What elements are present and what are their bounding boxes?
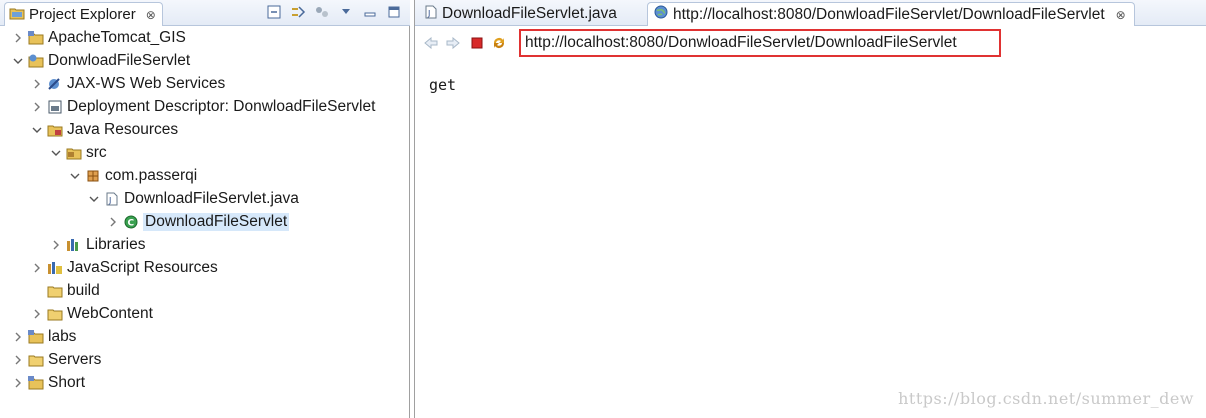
folder-icon xyxy=(47,306,63,322)
tree-item-label: ApacheTomcat_GIS xyxy=(48,29,186,46)
browser-navigation-bar: http://localhost:8080/DonwloadFileServle… xyxy=(415,26,1206,60)
folder-icon xyxy=(28,352,44,368)
maximize-icon[interactable] xyxy=(386,4,402,20)
tree-item-label: Libraries xyxy=(86,236,146,253)
chevron-right-icon[interactable] xyxy=(12,354,24,366)
js-resources-icon xyxy=(47,260,63,276)
tab-label: http://localhost:8080/DonwloadFileServle… xyxy=(673,5,1105,23)
project-explorer-tab[interactable]: Project Explorer ⊗ xyxy=(4,2,163,26)
chevron-right-icon[interactable] xyxy=(31,262,43,274)
tree-item-label: DownloadFileServlet xyxy=(143,213,290,231)
tree-item-label: JAX-WS Web Services xyxy=(67,75,226,92)
tree-item-label: labs xyxy=(48,328,77,345)
tree-item-label: build xyxy=(67,282,100,299)
watermark: https://blog.csdn.net/summer_dew xyxy=(898,389,1194,408)
java-resources-icon xyxy=(47,122,63,138)
url-text: http://localhost:8080/DonwloadFileServle… xyxy=(525,34,957,51)
tree-item[interactable]: C DownloadFileServlet xyxy=(107,211,290,233)
tree-item-label: Java Resources xyxy=(67,121,179,138)
source-folder-icon xyxy=(66,145,82,161)
tab-label: DownloadFileServlet.java xyxy=(442,5,617,22)
minimize-icon[interactable] xyxy=(362,4,378,20)
package-icon xyxy=(85,168,101,184)
editor-area: J DownloadFileServlet.java http://localh… xyxy=(414,0,1206,418)
tree-item[interactable]: com.passerqi xyxy=(69,165,197,187)
tree-item[interactable]: DonwloadFileServlet xyxy=(12,50,190,72)
tree-item[interactable]: Deployment Descriptor: DonwloadFileServl… xyxy=(31,96,375,118)
tree-item[interactable]: Java Resources xyxy=(31,119,178,141)
tab-java-file[interactable]: J DownloadFileServlet.java xyxy=(419,2,625,26)
globe-icon xyxy=(654,5,668,24)
back-icon[interactable] xyxy=(423,35,439,51)
project-icon xyxy=(28,30,44,46)
libraries-icon xyxy=(66,237,82,253)
svg-text:J: J xyxy=(427,9,430,18)
chevron-right-icon[interactable] xyxy=(12,331,24,343)
tree-item[interactable]: Libraries xyxy=(50,234,145,256)
chevron-right-icon[interactable] xyxy=(31,78,43,90)
editor-tab-bar: J DownloadFileServlet.java http://localh… xyxy=(415,0,1206,26)
chevron-right-icon[interactable] xyxy=(31,308,43,320)
refresh-icon[interactable] xyxy=(491,35,507,51)
filter-icon[interactable] xyxy=(314,4,330,20)
web-project-icon xyxy=(28,53,44,69)
tree-item[interactable]: Short xyxy=(12,372,85,394)
svg-text:J: J xyxy=(108,196,111,205)
tree-item[interactable]: J DownloadFileServlet.java xyxy=(88,188,299,210)
tree-item-label: DonwloadFileServlet xyxy=(48,52,191,69)
chevron-right-icon[interactable] xyxy=(12,377,24,389)
class-icon: C xyxy=(123,214,139,230)
page-content: get xyxy=(429,76,457,94)
tree-item-label: JavaScript Resources xyxy=(67,259,218,276)
close-icon[interactable]: ⊗ xyxy=(146,8,156,22)
chevron-down-icon[interactable] xyxy=(31,124,43,136)
webservices-icon xyxy=(47,76,63,92)
explorer-toolbar xyxy=(266,4,402,20)
chevron-down-icon[interactable] xyxy=(12,55,24,67)
stop-icon[interactable] xyxy=(469,35,485,51)
chevron-down-icon[interactable] xyxy=(50,147,62,159)
tree-item-label: DownloadFileServlet.java xyxy=(124,190,299,207)
svg-text:C: C xyxy=(128,219,135,229)
tree-item-label: Short xyxy=(48,374,86,391)
chevron-right-icon[interactable] xyxy=(12,32,24,44)
tab-browser[interactable]: http://localhost:8080/DonwloadFileServle… xyxy=(647,2,1135,26)
explorer-tab-bar: Project Explorer ⊗ xyxy=(0,0,410,26)
collapse-all-icon[interactable] xyxy=(266,4,282,20)
link-with-editor-icon[interactable] xyxy=(290,4,306,20)
project-explorer-title: Project Explorer xyxy=(29,6,136,23)
tree-item[interactable]: ApacheTomcat_GIS xyxy=(12,27,186,49)
tree-item[interactable]: WebContent xyxy=(31,303,153,325)
close-icon[interactable]: ⊗ xyxy=(1116,8,1126,22)
folder-icon xyxy=(47,283,63,299)
forward-icon[interactable] xyxy=(445,35,461,51)
tree-item[interactable]: build xyxy=(31,280,100,302)
tree-item[interactable]: JAX-WS Web Services xyxy=(31,73,225,95)
tree-item[interactable]: JavaScript Resources xyxy=(31,257,218,279)
view-menu-icon[interactable] xyxy=(338,4,354,20)
project-icon xyxy=(28,329,44,345)
tree-item[interactable]: src xyxy=(50,142,107,164)
chevron-right-icon[interactable] xyxy=(107,216,119,228)
descriptor-icon xyxy=(47,99,63,115)
chevron-down-icon[interactable] xyxy=(88,193,100,205)
tree-item-label: WebContent xyxy=(67,305,153,322)
tree-item-label: Deployment Descriptor: DonwloadFileServl… xyxy=(67,98,376,115)
tree-item[interactable]: Servers xyxy=(12,349,101,371)
java-file-icon: J xyxy=(425,5,437,24)
java-file-icon: J xyxy=(104,191,120,207)
project-icon xyxy=(28,375,44,391)
tree-item[interactable]: labs xyxy=(12,326,76,348)
url-input[interactable]: http://localhost:8080/DonwloadFileServle… xyxy=(519,29,1001,57)
chevron-right-icon[interactable] xyxy=(50,239,62,251)
tree-item-label: Servers xyxy=(48,351,102,368)
tree-item-label: com.passerqi xyxy=(105,167,198,184)
chevron-right-icon[interactable] xyxy=(31,101,43,113)
chevron-down-icon[interactable] xyxy=(69,170,81,182)
project-explorer-icon xyxy=(9,6,25,24)
tree-item-label: src xyxy=(86,144,107,161)
project-explorer-view: Project Explorer ⊗ ApacheTomcat_GIS Donw… xyxy=(0,0,410,418)
